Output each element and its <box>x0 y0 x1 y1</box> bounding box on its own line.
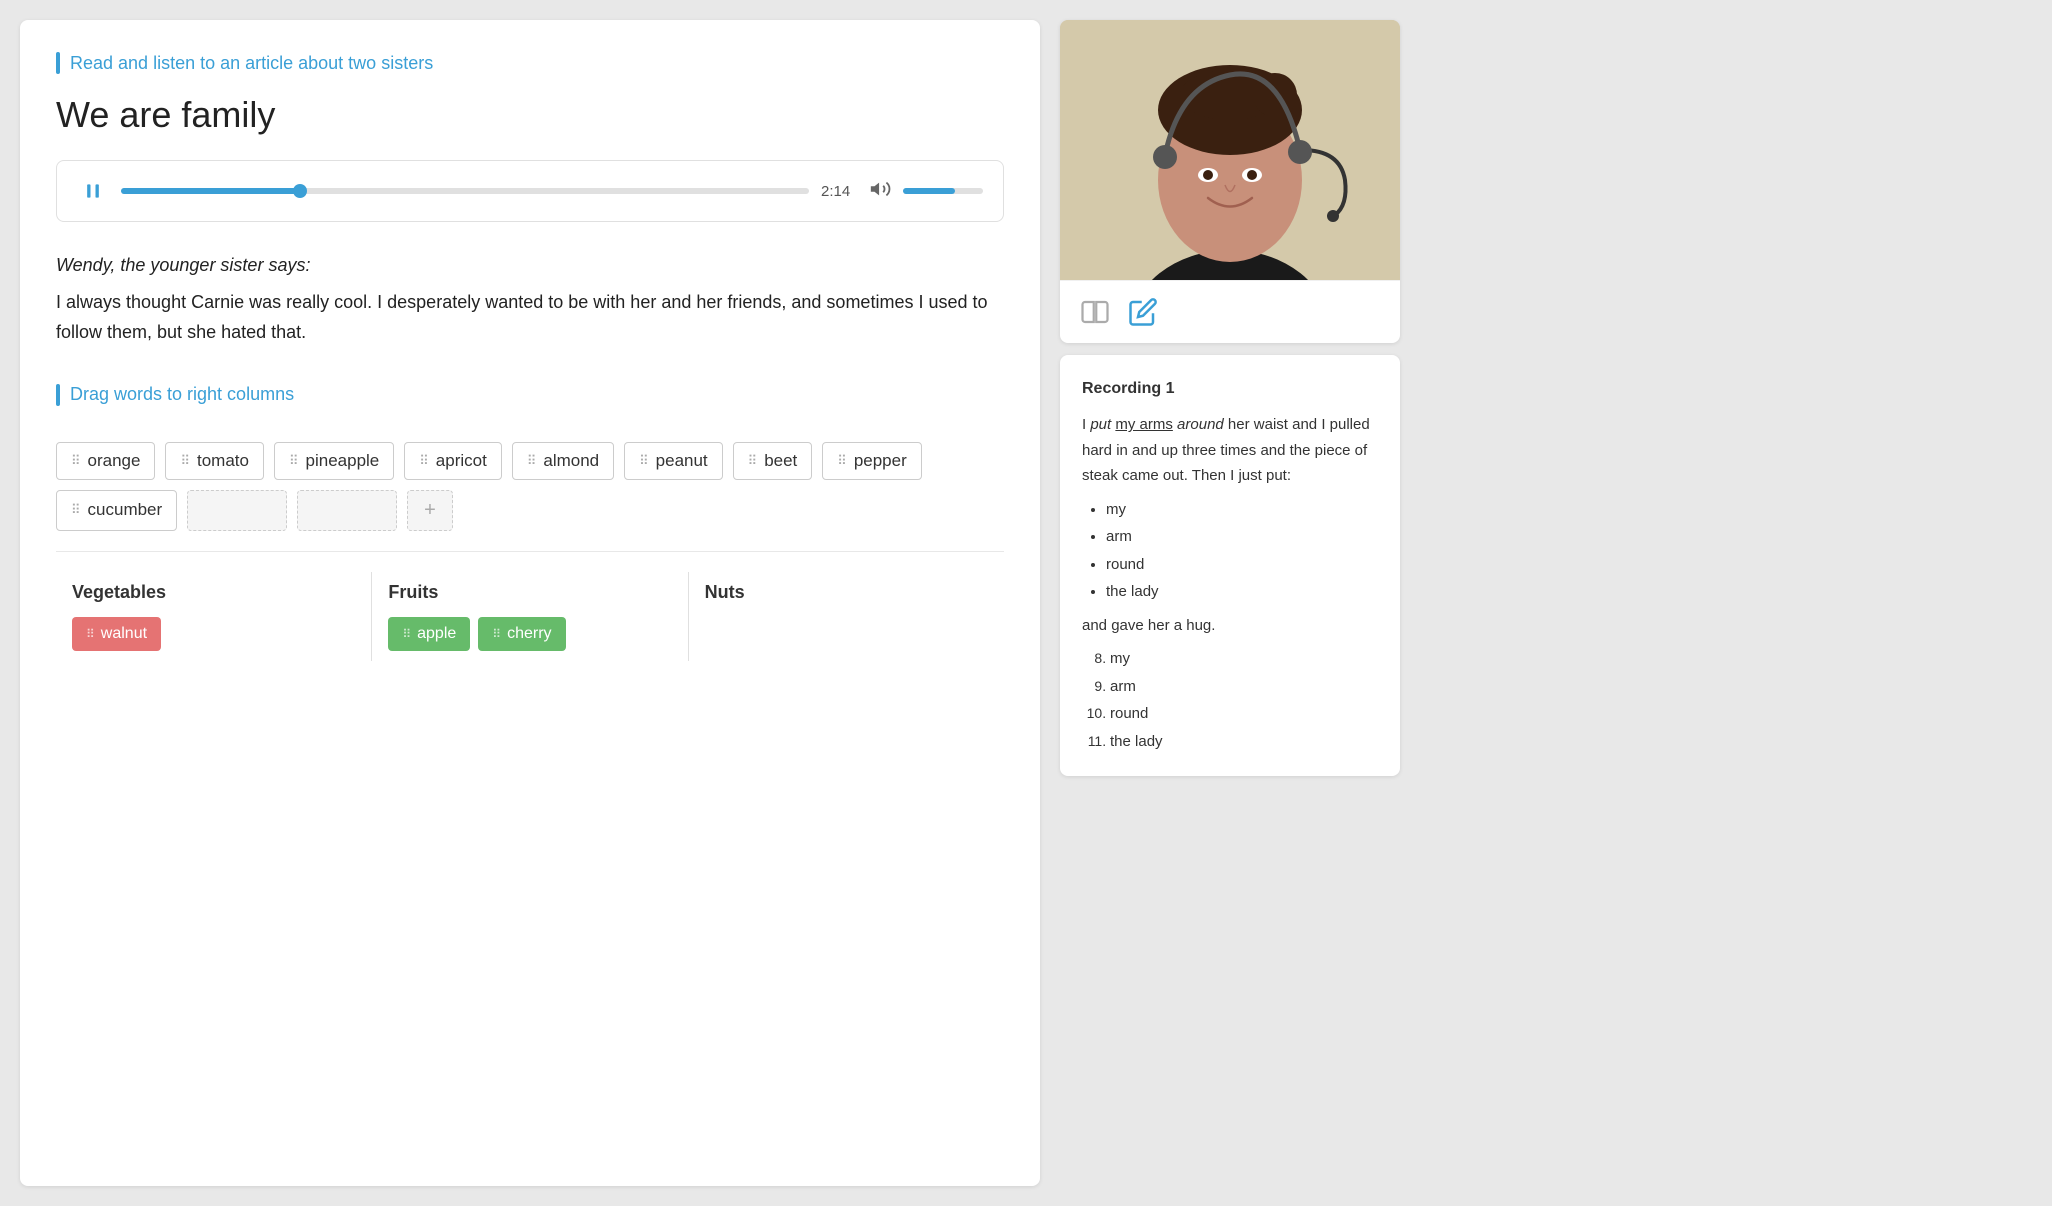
teacher-card <box>1060 20 1400 343</box>
word-chip-label: apricot <box>436 451 487 471</box>
word-bank: ⠿ orange ⠿ tomato ⠿ pineapple ⠿ apricot … <box>56 426 1004 552</box>
drag-handle: ⠿ <box>71 453 82 469</box>
article-title: We are family <box>56 94 1004 136</box>
drag-handle: ⠿ <box>492 627 501 641</box>
read-listen-title: Read and listen to an article about two … <box>56 52 1004 74</box>
numbered-item-11: the lady <box>1110 729 1378 755</box>
recording-bullets: my arm round the lady <box>1082 497 1378 605</box>
column-nuts-title: Nuts <box>705 582 988 603</box>
audio-progress-thumb[interactable] <box>293 184 307 198</box>
drag-handle: ⠿ <box>639 453 650 469</box>
word-chip-label: beet <box>764 451 797 471</box>
empty-slot-1 <box>187 490 287 531</box>
word-chip-orange[interactable]: ⠿ orange <box>56 442 155 480</box>
drag-handle: ⠿ <box>402 627 411 641</box>
word-chip-apricot[interactable]: ⠿ apricot <box>404 442 502 480</box>
bullet-round: round <box>1106 552 1378 578</box>
recording-title: Recording 1 <box>1082 375 1378 402</box>
word-chip-pineapple[interactable]: ⠿ pineapple <box>274 442 394 480</box>
bullet-my: my <box>1106 497 1378 523</box>
read-listen-label: Read and listen to an article about two … <box>70 53 433 74</box>
volume-icon[interactable] <box>869 178 891 205</box>
empty-slot-2 <box>297 490 397 531</box>
article-text: Wendy, the younger sister says: I always… <box>56 250 1004 348</box>
volume-bar-fill <box>903 188 955 194</box>
teacher-photo-area <box>1060 20 1400 280</box>
placed-chip-label: walnut <box>101 625 147 643</box>
column-vegetables: Vegetables ⠿ walnut <box>56 572 372 661</box>
word-chip-label: orange <box>88 451 141 471</box>
word-chip-label: tomato <box>197 451 249 471</box>
word-chip-peanut[interactable]: ⠿ peanut <box>624 442 723 480</box>
column-fruits-words: ⠿ apple ⠿ cherry <box>388 617 671 651</box>
bullet-the-lady: the lady <box>1106 579 1378 605</box>
word-chip-pepper[interactable]: ⠿ pepper <box>822 442 921 480</box>
audio-time: 2:14 <box>821 183 857 200</box>
word-chip-cucumber[interactable]: ⠿ cucumber <box>56 490 177 531</box>
numbered-item-10: round <box>1110 701 1378 727</box>
drag-handle: ⠿ <box>71 502 82 518</box>
column-fruits-title: Fruits <box>388 582 671 603</box>
drag-section-title: Drag words to right columns <box>56 384 1004 406</box>
recording-numbered: my arm round the lady <box>1082 646 1378 754</box>
add-word-button[interactable]: + <box>407 490 453 531</box>
word-chip-label: pineapple <box>306 451 380 471</box>
columns-area: Vegetables ⠿ walnut Fruits ⠿ apple ⠿ che… <box>56 572 1004 661</box>
drag-handle: ⠿ <box>527 453 538 469</box>
numbered-item-9: arm <box>1110 674 1378 700</box>
placed-chip-walnut[interactable]: ⠿ walnut <box>72 617 161 651</box>
drag-handle: ⠿ <box>837 453 848 469</box>
recording-suffix: and gave her a hug. <box>1082 613 1378 639</box>
placed-chip-label: apple <box>417 625 456 643</box>
placed-chip-apple[interactable]: ⠿ apple <box>388 617 470 651</box>
audio-progress-bar[interactable] <box>121 188 809 194</box>
word-chip-label: pepper <box>854 451 907 471</box>
placed-chip-label: cherry <box>507 625 551 643</box>
speaker-label: Wendy, the younger sister says: <box>56 250 1004 281</box>
drag-section-label: Drag words to right columns <box>70 384 294 405</box>
drag-handle: ⠿ <box>86 627 95 641</box>
word-chip-label: almond <box>543 451 599 471</box>
icon-row <box>1060 280 1400 343</box>
recording-panel: Recording 1 I put my arms around her wai… <box>1060 355 1400 776</box>
numbered-item-8: my <box>1110 646 1378 672</box>
pause-button[interactable] <box>77 175 109 207</box>
drag-handle: ⠿ <box>748 453 759 469</box>
drag-handle: ⠿ <box>289 453 300 469</box>
volume-bar[interactable] <box>903 188 983 194</box>
sidebar: Recording 1 I put my arms around her wai… <box>1060 20 1400 1186</box>
column-vegetables-words: ⠿ walnut <box>72 617 355 651</box>
book-icon-button[interactable] <box>1080 297 1110 327</box>
word-chip-beet[interactable]: ⠿ beet <box>733 442 813 480</box>
column-nuts: Nuts <box>689 572 1004 661</box>
main-panel: Read and listen to an article about two … <box>20 20 1040 1186</box>
audio-player: 2:14 <box>56 160 1004 222</box>
drag-handle: ⠿ <box>180 453 191 469</box>
word-chip-label: cucumber <box>88 500 163 520</box>
bullet-arm: arm <box>1106 524 1378 550</box>
placed-chip-cherry[interactable]: ⠿ cherry <box>478 617 565 651</box>
recording-text: I put my arms around her waist and I pul… <box>1082 412 1378 489</box>
audio-progress-fill <box>121 188 300 194</box>
word-chip-tomato[interactable]: ⠿ tomato <box>165 442 264 480</box>
word-chip-label: peanut <box>656 451 708 471</box>
column-vegetables-title: Vegetables <box>72 582 355 603</box>
article-body: I always thought Carnie was really cool.… <box>56 292 988 343</box>
column-fruits: Fruits ⠿ apple ⠿ cherry <box>372 572 688 661</box>
word-chip-almond[interactable]: ⠿ almond <box>512 442 614 480</box>
drag-handle: ⠿ <box>419 453 430 469</box>
edit-icon-button[interactable] <box>1128 297 1158 327</box>
